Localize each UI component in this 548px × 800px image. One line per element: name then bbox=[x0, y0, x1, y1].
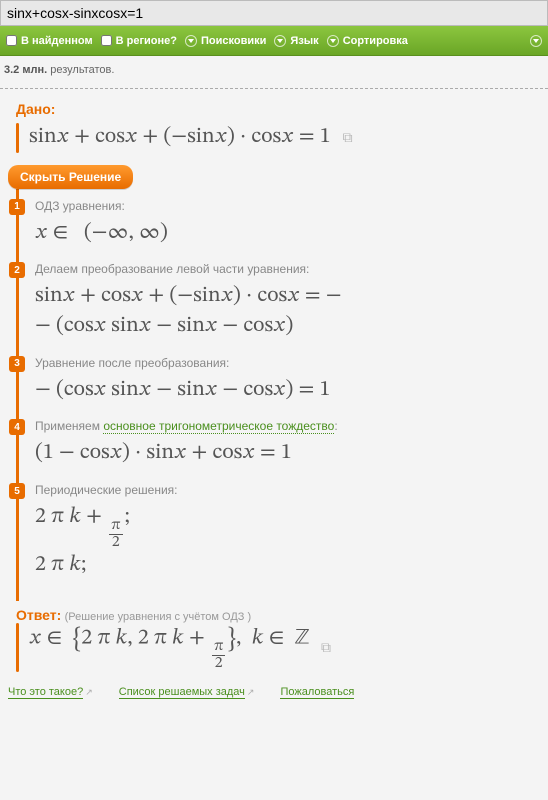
answer-row: Ответ: (Решение уравнения с учётом ОДЗ ) bbox=[16, 607, 538, 623]
given-row: sin𝑥 + cos𝑥 + (−sin𝑥) · cos𝑥 = 1 ⧉ bbox=[16, 123, 538, 153]
external-icon: ↗ bbox=[85, 687, 93, 697]
answer-expression: 𝑥 ∈ {2 π 𝑘, 2 π 𝑘 + π2}, 𝑘 ∈ ℤ bbox=[29, 623, 309, 672]
footer-tasks-link[interactable]: Список решаемых задач bbox=[119, 686, 245, 699]
copy-icon[interactable]: ⧉ bbox=[321, 639, 331, 656]
accent-bar bbox=[16, 123, 19, 153]
step-label: Уравнение после преобразования: bbox=[35, 356, 538, 370]
step-label: Применяем основное тригонометрическое то… bbox=[35, 419, 538, 433]
answer-expression-row: 𝑥 ∈ {2 π 𝑘, 2 π 𝑘 + π2}, 𝑘 ∈ ℤ ⧉ bbox=[16, 623, 538, 672]
identity-link[interactable]: основное тригонометрическое тождество bbox=[103, 419, 334, 434]
filter-region-label: В регионе? bbox=[116, 35, 177, 47]
given-expression: sin𝑥 + cos𝑥 + (−sin𝑥) · cos𝑥 = 1 bbox=[29, 123, 331, 153]
filter-found-checkbox[interactable] bbox=[6, 35, 17, 46]
filter-lang-label: Язык bbox=[290, 35, 318, 47]
answer-note: (Решение уравнения с учётом ОДЗ ) bbox=[65, 611, 252, 623]
solution-content: Дано: sin𝑥 + cos𝑥 + (−sin𝑥) · cos𝑥 = 1 ⧉… bbox=[0, 101, 548, 699]
footer-what-link[interactable]: Что это такое? bbox=[8, 686, 83, 699]
step-label: Делаем преобразование левой части уравне… bbox=[35, 262, 538, 276]
footer-complain-link[interactable]: Пожаловаться bbox=[280, 686, 354, 699]
steps-list: 1ОДЗ уравнения:𝑥 ∈ (−∞, ∞)2Делаем преобр… bbox=[16, 189, 538, 601]
results-count: 3.2 млн. результатов. bbox=[0, 56, 548, 84]
results-count-suffix: результатов. bbox=[50, 64, 114, 76]
filter-bar: В найденном В регионе? Поисковики Язык С… bbox=[0, 26, 548, 56]
solution-step: 1ОДЗ уравнения:𝑥 ∈ (−∞, ∞) bbox=[19, 195, 538, 259]
hide-solution-button[interactable]: Скрыть Решение bbox=[8, 165, 133, 189]
chevron-down-icon bbox=[274, 35, 286, 47]
copy-icon[interactable]: ⧉ bbox=[343, 129, 353, 146]
filter-more[interactable] bbox=[530, 35, 542, 47]
filter-region[interactable]: В регионе? bbox=[101, 35, 177, 47]
chevron-down-icon bbox=[185, 35, 197, 47]
search-input[interactable] bbox=[0, 0, 548, 26]
given-label: Дано: bbox=[16, 101, 538, 117]
results-count-num: 3.2 млн. bbox=[4, 64, 47, 76]
divider bbox=[0, 88, 548, 89]
step-number-badge: 1 bbox=[9, 199, 25, 215]
filter-lang[interactable]: Язык bbox=[274, 35, 318, 47]
filter-sort[interactable]: Сортировка bbox=[327, 35, 408, 47]
step-math: 2 π 𝑘 + π2;2 π 𝑘; bbox=[35, 503, 538, 581]
step-math: sin𝑥 + cos𝑥 + (−sin𝑥) · cos𝑥 = −− (cos𝑥 … bbox=[35, 282, 538, 341]
solution-step: 3Уравнение после преобразования:− (cos𝑥 … bbox=[19, 352, 538, 416]
filter-engines-label: Поисковики bbox=[201, 35, 266, 47]
filter-found[interactable]: В найденном bbox=[6, 35, 93, 47]
step-number-badge: 3 bbox=[9, 356, 25, 372]
chevron-down-icon bbox=[530, 35, 542, 47]
filter-region-checkbox[interactable] bbox=[101, 35, 112, 46]
step-label: Периодические решения: bbox=[35, 483, 538, 497]
step-number-badge: 4 bbox=[9, 419, 25, 435]
filter-found-label: В найденном bbox=[21, 35, 93, 47]
filter-sort-label: Сортировка bbox=[343, 35, 408, 47]
answer-label: Ответ: bbox=[16, 607, 61, 623]
filter-engines[interactable]: Поисковики bbox=[185, 35, 266, 47]
step-number-badge: 5 bbox=[9, 483, 25, 499]
solution-step: 2Делаем преобразование левой части уравн… bbox=[19, 258, 538, 351]
step-math: (1 − cos𝑥) · sin𝑥 + cos𝑥 = 1 bbox=[35, 439, 538, 469]
step-label: ОДЗ уравнения: bbox=[35, 199, 538, 213]
chevron-down-icon bbox=[327, 35, 339, 47]
external-icon: ↗ bbox=[247, 687, 255, 697]
solution-step: 4Применяем основное тригонометрическое т… bbox=[19, 415, 538, 479]
step-number-badge: 2 bbox=[9, 262, 25, 278]
footer-links: Что это такое?↗ Список решаемых задач↗ П… bbox=[4, 686, 538, 699]
step-math: 𝑥 ∈ (−∞, ∞) bbox=[35, 219, 538, 249]
accent-bar bbox=[16, 623, 19, 672]
solution-step: 5Периодические решения:2 π 𝑘 + π2;2 π 𝑘; bbox=[19, 479, 538, 591]
step-math: − (cos𝑥 sin𝑥 − sin𝑥 − cos𝑥) = 1 bbox=[35, 376, 538, 406]
